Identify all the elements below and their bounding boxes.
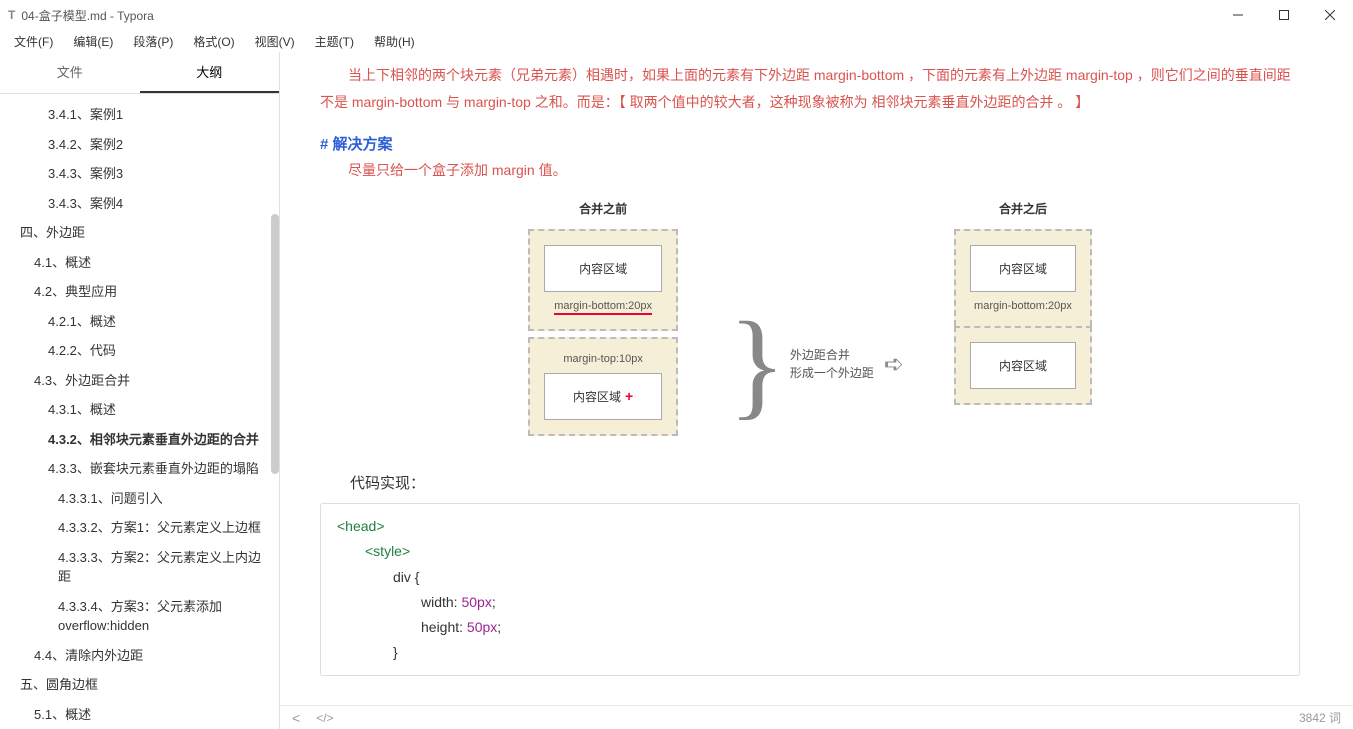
menu-format[interactable]: 格式(O) <box>183 31 244 52</box>
outline-item[interactable]: 4.3.3.4、方案3：父元素添加overflow:hidden <box>0 592 279 641</box>
outline-item[interactable]: 3.4.3、案例3 <box>0 159 279 189</box>
margin-collapse-diagram: 合并之前 内容区域 margin-bottom:20px margin-top:… <box>320 200 1300 442</box>
code-heading: 代码实现： <box>350 472 1300 493</box>
sidebar-toggle-icon[interactable]: < <box>292 710 300 726</box>
minimize-button[interactable] <box>1215 0 1261 30</box>
menu-edit[interactable]: 编辑(E) <box>63 31 123 52</box>
outline-item[interactable]: 4.3.3、嵌套块元素垂直外边距的塌陷 <box>0 454 279 484</box>
outline-item[interactable]: 4.2、典型应用 <box>0 277 279 307</box>
menu-file[interactable]: 文件(F) <box>4 31 63 52</box>
outline-item[interactable]: 4.4、清除内外边距 <box>0 641 279 671</box>
quote-block: 当上下相邻的两个块元素（兄弟元素）相遇时，如果上面的元素有下外边距 margin… <box>320 62 1300 115</box>
source-mode-icon[interactable]: </> <box>316 711 333 725</box>
brace-icon: } <box>728 310 786 418</box>
menu-view[interactable]: 视图(V) <box>245 31 305 52</box>
tab-file[interactable]: 文件 <box>0 52 140 93</box>
outline-item[interactable]: 4.2.1、概述 <box>0 307 279 337</box>
arrow-right-icon: ➪ <box>884 350 904 379</box>
outline-item[interactable]: 4.3.3.2、方案1：父元素定义上边框 <box>0 513 279 543</box>
menubar: 文件(F) 编辑(E) 段落(P) 格式(O) 视图(V) 主题(T) 帮助(H… <box>0 30 1353 52</box>
app-icon: T <box>8 8 15 22</box>
solution-text: 尽量只给一个盒子添加 margin 值。 <box>348 160 1300 180</box>
cursor-icon: + <box>625 388 633 404</box>
sidebar: 文件 大纲 3.4.1、案例13.4.2、案例23.4.3、案例33.4.3、案… <box>0 52 280 729</box>
outline-item[interactable]: 4.3.3.3、方案2：父元素定义上内边距 <box>0 543 279 592</box>
outline-item[interactable]: 4.3.3.1、问题引入 <box>0 484 279 514</box>
titlebar: T 04-盒子模型.md - Typora <box>0 0 1353 30</box>
editor-content[interactable]: 当上下相邻的两个块元素（兄弟元素）相遇时，如果上面的元素有下外边距 margin… <box>280 52 1353 729</box>
outline-item[interactable]: 3.4.2、案例2 <box>0 130 279 160</box>
code-block[interactable]: <head> <style> div { width: 50px; height… <box>320 503 1300 676</box>
menu-paragraph[interactable]: 段落(P) <box>123 31 183 52</box>
statusbar: < </> 3842 词 <box>280 705 1353 729</box>
outline-item[interactable]: 3.4.3、案例4 <box>0 189 279 219</box>
outline-item[interactable]: 3.4.1、案例1 <box>0 100 279 130</box>
outline-item[interactable]: 4.3.1、概述 <box>0 395 279 425</box>
maximize-button[interactable] <box>1261 0 1307 30</box>
outline-item[interactable]: 4.2.2、代码 <box>0 336 279 366</box>
menu-help[interactable]: 帮助(H) <box>364 31 425 52</box>
close-button[interactable] <box>1307 0 1353 30</box>
outline-item[interactable]: 4.3.2、相邻块元素垂直外边距的合并 <box>0 425 279 455</box>
tab-outline[interactable]: 大纲 <box>140 52 280 93</box>
outline-item[interactable]: 四、外边距 <box>0 218 279 248</box>
solution-heading: # 解决方案 <box>320 133 1300 154</box>
word-count[interactable]: 3842 词 <box>1299 709 1341 726</box>
outline-item[interactable]: 五、圆角边框 <box>0 670 279 700</box>
outline-item[interactable]: 4.3、外边距合并 <box>0 366 279 396</box>
window-title: 04-盒子模型.md - Typora <box>21 7 153 24</box>
menu-theme[interactable]: 主题(T) <box>305 31 364 52</box>
scrollbar-thumb[interactable] <box>271 214 279 474</box>
outline-list[interactable]: 3.4.1、案例13.4.2、案例23.4.3、案例33.4.3、案例4四、外边… <box>0 94 279 729</box>
outline-item[interactable]: 4.1、概述 <box>0 248 279 278</box>
outline-item[interactable]: 5.1、概述 <box>0 700 279 729</box>
